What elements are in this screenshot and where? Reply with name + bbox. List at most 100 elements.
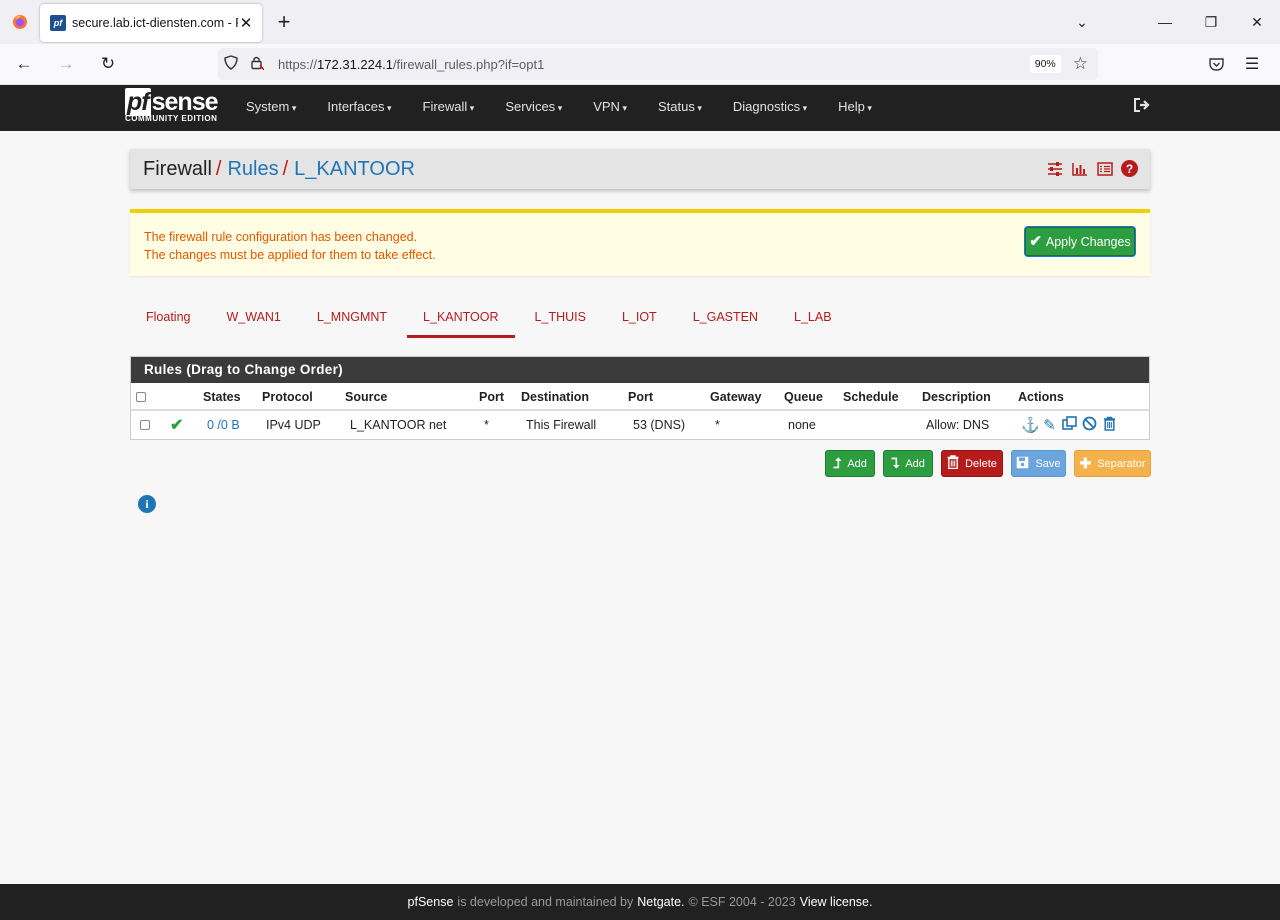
separator-button[interactable]: ✚ Separator [1074,450,1151,477]
url-bar[interactable]: https://172.31.224.1/firewall_rules.php?… [218,48,1098,80]
logout-icon[interactable] [1133,97,1151,118]
restore-icon[interactable]: ❐ [1188,0,1234,44]
zoom-badge[interactable]: 90% [1029,55,1061,73]
tab-w-wan1[interactable]: W_WAN1 [210,298,296,338]
tab-close-icon[interactable]: ✕ [238,14,254,32]
lock-warning-icon[interactable] [244,55,270,73]
tab-l-lab[interactable]: L_LAB [778,298,848,338]
row-protocol: IPv4 UDP [266,418,321,432]
sliders-icon[interactable] [1046,160,1063,177]
table-row[interactable]: ✔ 0 /0 B IPv4 UDP L_KANTOOR net * This F… [131,411,1149,439]
list-tabs-chevron-icon[interactable]: ⌄ [1070,0,1094,44]
bookmark-star-icon[interactable]: ☆ [1073,54,1088,74]
menu-help[interactable]: Help [824,85,889,131]
apply-changes-button[interactable]: ✔ Apply Changes [1025,227,1135,256]
list-log-icon[interactable] [1096,160,1113,177]
pfsense-navbar: pfsense COMMUNITY EDITION System Interfa… [0,85,1280,131]
select-all-checkbox[interactable] [136,392,146,402]
breadcrumb-rules[interactable]: Rules [227,158,278,181]
col-schedule: Schedule [843,390,899,404]
pass-check-icon[interactable]: ✔ [170,415,183,435]
add-bottom-button[interactable]: ⮧ Add [883,450,933,477]
breadcrumb-interface[interactable]: L_KANTOOR [294,158,415,181]
tab-title: secure.lab.ict-diensten.com - Fi [72,16,238,30]
anchor-icon[interactable]: ⚓ [1021,416,1040,435]
breadcrumb-separator: / [215,157,222,180]
col-gateway: Gateway [710,390,762,404]
firefox-icon[interactable] [0,0,40,44]
url-host: 172.31.224.1 [317,56,393,72]
browser-nav-bar: ← → ↻ https://172.31.224.1/firewall_rule… [0,44,1280,85]
main-menu: System Interfaces Firewall Services VPN … [232,85,889,131]
row-checkbox[interactable] [140,420,150,430]
breadcrumb-separator: / [282,157,289,180]
rules-panel: Rules (Drag to Change Order) States Prot… [130,356,1150,440]
col-protocol: Protocol [262,390,313,404]
new-tab-icon[interactable]: + [266,9,302,35]
col-description: Description [922,390,991,404]
trash-delete-icon[interactable] [1101,416,1118,435]
breadcrumb-shortcuts: ? [1046,160,1138,177]
delete-button[interactable]: Delete [941,450,1003,477]
tab-l-mngmnt[interactable]: L_MNGMNT [301,298,403,338]
save-button[interactable]: Save [1011,450,1066,477]
row-gateway: * [715,418,720,432]
menu-status[interactable]: Status [644,85,719,131]
col-queue: Queue [784,390,823,404]
row-destination: This Firewall [526,418,597,432]
changes-alert: The firewall rule configuration has been… [130,209,1150,276]
add-top-button[interactable]: ⮥ Add [825,450,875,477]
breadcrumb: Firewall / Rules / L_KANTOOR ? [130,149,1150,189]
footer: pfSense is developed and maintained by N… [0,884,1280,920]
window-close-icon[interactable]: ✕ [1234,0,1280,44]
col-states: States [203,390,241,404]
browser-tab[interactable]: pf secure.lab.ict-diensten.com - Fi ✕ [40,4,262,42]
tab-floating[interactable]: Floating [130,298,206,338]
copy-icon[interactable] [1061,416,1078,435]
pfsense-logo[interactable]: pf sense COMMUNITY EDITION [125,88,219,123]
menu-firewall[interactable]: Firewall [409,85,492,131]
window-controls: — ❐ ✕ [1142,0,1280,44]
alert-line-1: The firewall rule configuration has been… [144,230,418,244]
tab-l-kantoor[interactable]: L_KANTOOR [407,298,515,338]
hamburger-menu-icon[interactable]: ☰ [1234,48,1270,80]
info-icon[interactable]: i [138,495,156,513]
row-source: L_KANTOOR net [350,418,447,432]
menu-system[interactable]: System [232,85,313,131]
pocket-icon[interactable] [1198,48,1234,80]
row-description: Allow: DNS [926,418,990,432]
bar-chart-icon[interactable] [1071,160,1088,177]
back-arrow-icon[interactable]: ← [6,48,42,80]
interface-tabs: Floating W_WAN1 L_MNGMNT L_KANTOOR L_THU… [130,298,852,338]
separator-label: Separator [1097,457,1146,470]
logo-sense: sense [151,88,219,116]
tab-l-gasten[interactable]: L_GASTEN [677,298,774,338]
help-icon[interactable]: ? [1121,160,1138,177]
menu-vpn[interactable]: VPN [579,85,644,131]
footer-license-link[interactable]: View license. [800,895,873,909]
add-bottom-label: Add [905,457,925,470]
checkmark-icon: ✔ [1029,232,1042,250]
tab-l-iot[interactable]: L_IOT [606,298,673,338]
reload-icon[interactable]: ↻ [90,48,126,80]
menu-diagnostics[interactable]: Diagnostics [719,85,824,131]
menu-interfaces[interactable]: Interfaces [313,85,408,131]
disable-ban-icon[interactable] [1081,416,1098,435]
url-text[interactable]: https://172.31.224.1/firewall_rules.php?… [278,57,1030,72]
browser-tab-bar: pf secure.lab.ict-diensten.com - Fi ✕ + … [0,0,1280,44]
footer-company[interactable]: Netgate. [637,895,684,909]
pencil-edit-icon[interactable]: ✎ [1041,416,1058,435]
pfsense-favicon-icon: pf [50,15,66,31]
footer-product[interactable]: pfSense [408,895,454,909]
url-prefix: https:// [278,56,318,72]
minimize-icon[interactable]: — [1142,0,1188,44]
forward-arrow-icon[interactable]: → [48,48,84,80]
rules-panel-heading: Rules (Drag to Change Order) [131,357,1149,383]
browser-toolbar-right: ☰ [1198,48,1270,80]
row-states[interactable]: 0 /0 B [207,418,240,432]
shield-icon[interactable] [218,55,244,73]
menu-services[interactable]: Services [491,85,579,131]
tab-l-thuis[interactable]: L_THUIS [519,298,602,338]
alert-line-2: The changes must be applied for them to … [144,248,436,262]
row-dest-port: 53 (DNS) [633,418,686,432]
